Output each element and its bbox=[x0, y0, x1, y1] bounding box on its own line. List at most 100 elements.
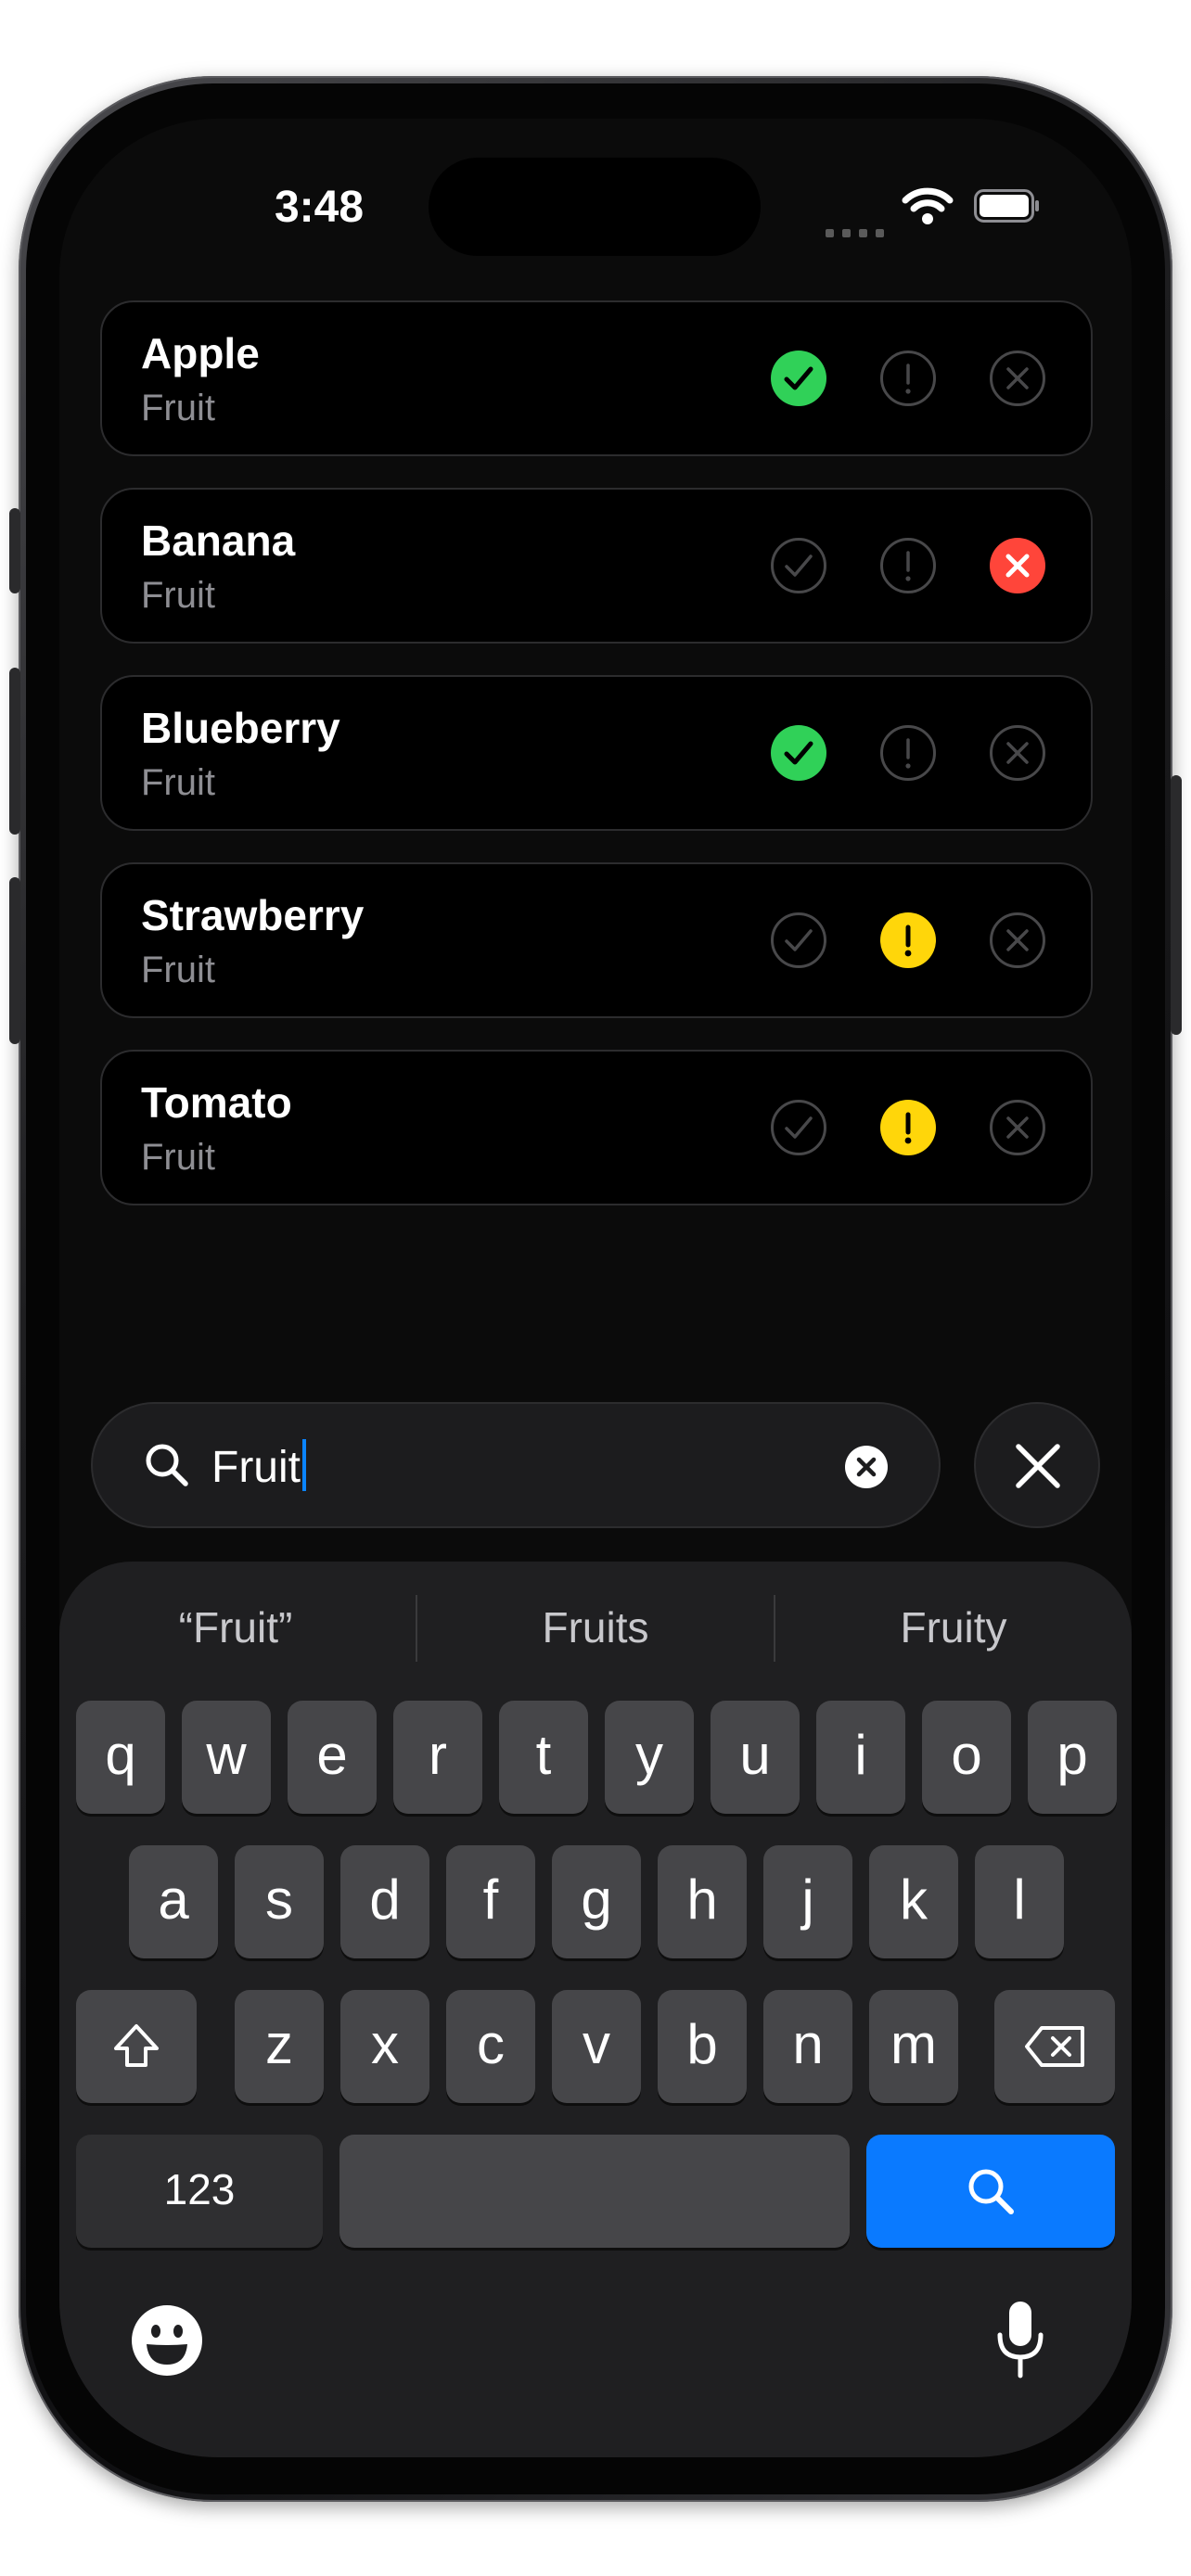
warning-button[interactable] bbox=[879, 1099, 937, 1156]
search-input[interactable]: Fruit bbox=[211, 1439, 306, 1493]
search-icon bbox=[968, 2169, 1014, 2214]
item-title: Blueberry bbox=[141, 704, 340, 752]
status-icons bbox=[826, 185, 1104, 237]
key-b[interactable]: b bbox=[658, 1990, 747, 2103]
check-button[interactable] bbox=[770, 1099, 827, 1156]
key-w[interactable]: w bbox=[182, 1701, 271, 1814]
check-button[interactable] bbox=[770, 537, 827, 594]
close-icon bbox=[1016, 1444, 1060, 1488]
key-i[interactable]: i bbox=[816, 1701, 905, 1814]
delete-icon bbox=[1025, 2026, 1084, 2067]
shift-key[interactable] bbox=[76, 1990, 197, 2103]
search-query: Fruit bbox=[211, 1443, 301, 1492]
list-item: Apple Fruit bbox=[100, 300, 1093, 456]
item-subtitle: Fruit bbox=[141, 575, 215, 616]
checkmark-icon bbox=[771, 538, 826, 593]
suggestion-1[interactable]: “Fruit” bbox=[59, 1602, 412, 1652]
x-mark-icon bbox=[990, 725, 1045, 781]
key-v[interactable]: v bbox=[552, 1990, 641, 2103]
warning-button[interactable] bbox=[879, 537, 937, 594]
key-r[interactable]: r bbox=[393, 1701, 482, 1814]
reject-button[interactable] bbox=[989, 724, 1046, 782]
item-title: Tomato bbox=[141, 1078, 292, 1127]
warning-button[interactable] bbox=[879, 912, 937, 969]
exclamation-icon bbox=[880, 538, 936, 593]
battery-icon bbox=[974, 189, 1039, 223]
check-button[interactable] bbox=[770, 912, 827, 969]
status-time: 3:48 bbox=[274, 183, 365, 232]
key-k[interactable]: k bbox=[869, 1845, 958, 1958]
list-item: Tomato Fruit bbox=[100, 1050, 1093, 1205]
key-q[interactable]: q bbox=[76, 1701, 165, 1814]
item-subtitle: Fruit bbox=[141, 388, 215, 428]
key-g[interactable]: g bbox=[552, 1845, 641, 1958]
item-subtitle: Fruit bbox=[141, 950, 215, 990]
key-a[interactable]: a bbox=[129, 1845, 218, 1958]
list-item: Banana Fruit bbox=[100, 488, 1093, 644]
key-l[interactable]: l bbox=[975, 1845, 1064, 1958]
checkmark-icon bbox=[771, 912, 826, 968]
delete-key[interactable] bbox=[994, 1990, 1115, 2103]
text-caret bbox=[302, 1439, 306, 1491]
key-e[interactable]: e bbox=[288, 1701, 377, 1814]
x-mark-icon bbox=[990, 351, 1045, 406]
search-icon bbox=[146, 1444, 188, 1486]
list-item: Blueberry Fruit bbox=[100, 675, 1093, 831]
checkmark-icon bbox=[771, 351, 826, 406]
numbers-key[interactable]: 123 bbox=[76, 2135, 323, 2248]
exclamation-icon bbox=[880, 1100, 936, 1155]
reject-button[interactable] bbox=[989, 912, 1046, 969]
key-z[interactable]: z bbox=[235, 1990, 324, 2103]
check-button[interactable] bbox=[770, 350, 827, 407]
power-button bbox=[1171, 775, 1182, 1035]
x-mark-icon bbox=[990, 912, 1045, 968]
wifi-icon bbox=[902, 187, 954, 224]
key-n[interactable]: n bbox=[763, 1990, 852, 2103]
checkmark-icon bbox=[771, 1100, 826, 1155]
x-mark-icon bbox=[990, 538, 1045, 593]
cellular-signal-icon bbox=[826, 200, 885, 237]
key-d[interactable]: d bbox=[340, 1845, 429, 1958]
volume-down-button bbox=[9, 877, 20, 1044]
item-subtitle: Fruit bbox=[141, 762, 215, 803]
reject-button[interactable] bbox=[989, 1099, 1046, 1156]
key-x[interactable]: x bbox=[340, 1990, 429, 2103]
suggestion-2[interactable]: Fruits bbox=[419, 1602, 772, 1652]
key-c[interactable]: c bbox=[446, 1990, 535, 2103]
emoji-icon[interactable] bbox=[130, 2303, 204, 2378]
space-key[interactable] bbox=[339, 2135, 850, 2248]
volume-up-button bbox=[9, 668, 20, 835]
action-button bbox=[9, 508, 20, 593]
screen: 3:48 Apple Fruit Banana Fruit Blueberry … bbox=[59, 119, 1132, 2457]
x-mark-icon bbox=[990, 1100, 1045, 1155]
reject-button[interactable] bbox=[989, 537, 1046, 594]
warning-button[interactable] bbox=[879, 350, 937, 407]
exclamation-icon bbox=[880, 351, 936, 406]
key-m[interactable]: m bbox=[869, 1990, 958, 2103]
close-search-button[interactable] bbox=[974, 1402, 1100, 1528]
warning-button[interactable] bbox=[879, 724, 937, 782]
suggestion-divider bbox=[416, 1595, 417, 1662]
exclamation-icon bbox=[880, 725, 936, 781]
suggestion-3[interactable]: Fruity bbox=[777, 1602, 1130, 1652]
keyboard: “Fruit” Fruits Fruity q w e r t y u i o … bbox=[59, 1562, 1132, 2457]
search-field[interactable]: Fruit bbox=[91, 1402, 941, 1528]
key-s[interactable]: s bbox=[235, 1845, 324, 1958]
key-y[interactable]: y bbox=[605, 1701, 694, 1814]
reject-button[interactable] bbox=[989, 350, 1046, 407]
key-j[interactable]: j bbox=[763, 1845, 852, 1958]
check-button[interactable] bbox=[770, 724, 827, 782]
microphone-icon[interactable] bbox=[992, 2298, 1048, 2381]
item-title: Apple bbox=[141, 329, 260, 377]
key-u[interactable]: u bbox=[711, 1701, 800, 1814]
key-f[interactable]: f bbox=[446, 1845, 535, 1958]
checkmark-icon bbox=[771, 725, 826, 781]
key-o[interactable]: o bbox=[922, 1701, 1011, 1814]
suggestion-divider bbox=[774, 1595, 775, 1662]
key-t[interactable]: t bbox=[499, 1701, 588, 1814]
clear-search-icon[interactable] bbox=[844, 1445, 889, 1489]
search-key[interactable] bbox=[866, 2135, 1115, 2248]
item-title: Banana bbox=[141, 516, 296, 565]
key-h[interactable]: h bbox=[658, 1845, 747, 1958]
key-p[interactable]: p bbox=[1028, 1701, 1117, 1814]
